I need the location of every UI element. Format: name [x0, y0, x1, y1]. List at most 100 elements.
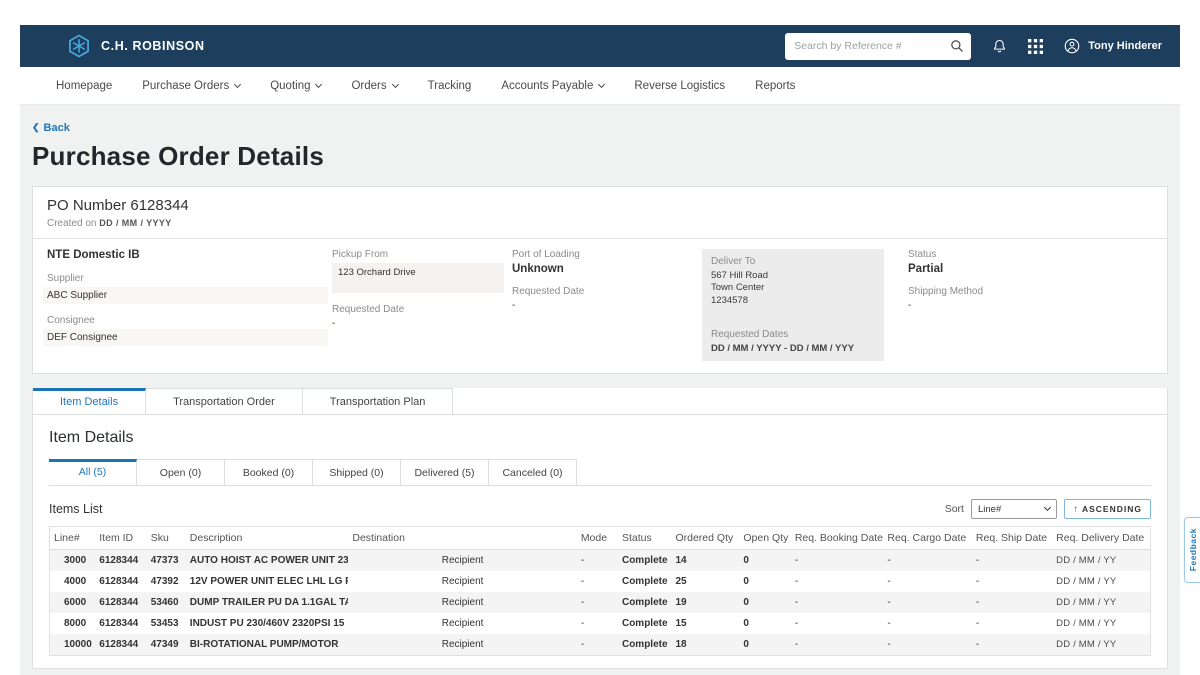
cell-sku: 47373 [147, 550, 186, 572]
main-nav: Homepage Purchase Orders Quoting Orders … [20, 67, 1180, 105]
search-input[interactable] [785, 33, 971, 60]
cell-open-qty: 0 [739, 613, 790, 634]
brand-icon [66, 33, 92, 59]
nav-item[interactable]: Orders [351, 80, 397, 92]
cell-status: Complete [618, 634, 672, 655]
user-icon [1063, 37, 1081, 55]
nav-item[interactable]: Reports [755, 80, 795, 92]
po-summary-card: PO Number 6128344 Created on DD / MM / Y… [32, 186, 1168, 374]
cell-req-cargo-date: - [883, 613, 971, 634]
shipping-method-value: - [908, 300, 1153, 311]
back-chevron-icon: ❮ [32, 122, 40, 133]
nav-item[interactable]: Purchase Orders [142, 80, 240, 92]
table-row[interactable]: 4000 6128344 47392 12V POWER UNIT ELEC L… [50, 571, 1150, 592]
cell-status: Complete [618, 571, 672, 592]
cell-line: 8000 [50, 613, 95, 634]
supplier-value: ABC Supplier [43, 287, 328, 304]
filter-tab[interactable]: Open (0) [137, 459, 225, 485]
sort-select[interactable]: Line# [971, 499, 1057, 519]
tab[interactable]: Item Details [33, 388, 146, 414]
cell-ordered-qty: 15 [671, 613, 739, 634]
cell-status: Complete [618, 592, 672, 613]
back-link[interactable]: ❮ Back [32, 122, 70, 134]
cell-line: 3000 [50, 550, 95, 572]
cell-req-booking-date: - [791, 571, 884, 592]
cell-destination: Recipient [348, 571, 576, 592]
status-label: Status [908, 249, 1153, 260]
nav-item[interactable]: Quoting [270, 80, 321, 92]
column-header: Sku [147, 527, 186, 550]
column-header: Req. Ship Date [972, 527, 1052, 550]
cell-description: BI-ROTATIONAL PUMP/MOTOR [186, 634, 349, 655]
cell-description: AUTO HOIST AC POWER UNIT 230V [186, 550, 349, 572]
table-row[interactable]: 6000 6128344 53460 DUMP TRAILER PU DA 1.… [50, 592, 1150, 613]
details-tabs-card: Item Details Transportation Order Transp… [32, 388, 1168, 669]
search-icon[interactable] [950, 39, 964, 58]
feedback-button[interactable]: Feedback [1184, 517, 1200, 583]
shipping-method-label: Shipping Method [908, 286, 1153, 297]
column-header: Destination [348, 527, 576, 550]
requested-dates-value: DD / MM / YYYY - DD / MM / YYY [711, 343, 875, 354]
filter-tab[interactable]: Booked (0) [225, 459, 313, 485]
cell-req-booking-date: - [791, 634, 884, 655]
cell-sku: 53453 [147, 613, 186, 634]
port-of-loading-label: Port of Loading [512, 249, 702, 260]
filter-tab[interactable]: Delivered (5) [401, 459, 489, 485]
supplier-label: Supplier [47, 273, 332, 284]
cell-req-booking-date: - [791, 592, 884, 613]
nav-item[interactable]: Accounts Payable [501, 80, 604, 92]
cell-destination: Recipient [348, 634, 576, 655]
item-details-heading: Item Details [49, 429, 1157, 447]
cell-item-id: 6128344 [95, 550, 146, 572]
cell-ordered-qty: 25 [671, 571, 739, 592]
filter-tab[interactable]: All (5) [49, 459, 137, 485]
cell-req-delivery-date: DD / MM / YY [1052, 592, 1150, 613]
cell-ordered-qty: 18 [671, 634, 739, 655]
items-table: Line#Item IDSkuDescriptionDestinationMod… [50, 527, 1150, 655]
port-of-loading-value: Unknown [512, 263, 702, 275]
brand-logo[interactable]: C.H. ROBINSON [66, 33, 205, 59]
nav-item[interactable]: Tracking [428, 80, 472, 92]
nav-item[interactable]: Homepage [56, 80, 112, 92]
cell-open-qty: 0 [739, 550, 790, 572]
table-row[interactable]: 3000 6128344 47373 AUTO HOIST AC POWER U… [50, 550, 1150, 572]
column-header: Status [618, 527, 672, 550]
tab[interactable]: Transportation Plan [303, 388, 454, 414]
items-table-header-row: Line#Item IDSkuDescriptionDestinationMod… [50, 527, 1150, 550]
divider [33, 238, 1167, 239]
nav-item[interactable]: Reverse Logistics [634, 80, 725, 92]
cell-open-qty: 0 [739, 571, 790, 592]
cell-destination: Recipient [348, 592, 576, 613]
cell-req-delivery-date: DD / MM / YY [1052, 571, 1150, 592]
chevron-down-icon [315, 80, 322, 87]
order-type: NTE Domestic IB [47, 249, 332, 261]
deliver-to-panel: Deliver To 567 Hill RoadTown Center12345… [702, 249, 884, 361]
apps-grid-icon[interactable] [1028, 39, 1043, 54]
cell-line: 4000 [50, 571, 95, 592]
cell-mode: - [577, 571, 618, 592]
items-table-body: 3000 6128344 47373 AUTO HOIST AC POWER U… [50, 550, 1150, 656]
table-row[interactable]: 8000 6128344 53453 INDUST PU 230/460V 23… [50, 613, 1150, 634]
cell-item-id: 6128344 [95, 634, 146, 655]
top-bar: C.H. ROBINSON Tony Hinderer [20, 25, 1180, 67]
column-header: Open Qty [739, 527, 790, 550]
sort-label: Sort [945, 503, 964, 515]
sort-direction-button[interactable]: ↑ ASCENDING [1064, 499, 1151, 519]
tab[interactable]: Transportation Order [146, 388, 303, 414]
app-window: C.H. ROBINSON Tony Hinderer [0, 0, 1200, 675]
cell-req-cargo-date: - [883, 634, 971, 655]
cell-req-cargo-date: - [883, 592, 971, 613]
pickup-requested-date-value: - [332, 318, 512, 329]
cell-sku: 53460 [147, 592, 186, 613]
filter-tab[interactable]: Canceled (0) [489, 459, 577, 485]
po-number: PO Number 6128344 [47, 197, 1153, 214]
filter-tab[interactable]: Shipped (0) [313, 459, 401, 485]
table-row[interactable]: 10000 6128344 47349 BI-ROTATIONAL PUMP/M… [50, 634, 1150, 655]
column-header: Description [186, 527, 349, 550]
cell-mode: - [577, 634, 618, 655]
cell-description: INDUST PU 230/460V 2320PSI 15 [186, 613, 349, 634]
port-requested-date-label: Requested Date [512, 286, 702, 297]
bell-icon[interactable] [991, 38, 1008, 55]
user-menu[interactable]: Tony Hinderer [1063, 37, 1162, 55]
ascending-arrow-icon: ↑ [1073, 504, 1078, 515]
